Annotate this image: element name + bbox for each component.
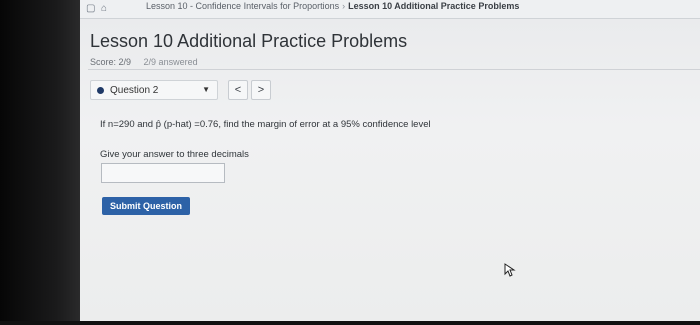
monitor-bezel: [0, 0, 80, 325]
monitor-bezel-bottom: [0, 321, 700, 325]
question-text-start: If n=290 and: [100, 119, 156, 130]
answered-count: 2/9 answered: [143, 57, 198, 67]
home-icon[interactable]: ⌂: [101, 3, 107, 14]
mouse-cursor-icon: [504, 263, 516, 277]
next-question-button[interactable]: >: [251, 80, 271, 100]
browser-page: ▢ ⌂ Lesson 10 - Confidence Intervals for…: [80, 0, 700, 321]
answer-input[interactable]: [101, 163, 225, 183]
breadcrumb-lesson-link[interactable]: Lesson 10 - Confidence Intervals for Pro…: [146, 1, 339, 11]
previous-question-button[interactable]: <: [228, 80, 248, 100]
score-text: Score: 2/9: [90, 57, 132, 67]
question-text-end: (p-hat) =0.76, find the margin of error …: [161, 119, 431, 130]
menu-icon[interactable]: ▢: [86, 3, 95, 14]
question-text: If n=290 and p̂ (p-hat) =0.76, find the …: [100, 119, 431, 130]
question-select-label: Question 2: [110, 85, 159, 96]
page-title: Lesson 10 Additional Practice Problems: [90, 31, 408, 51]
top-nav-bar: ▢ ⌂ Lesson 10 - Confidence Intervals for…: [80, 0, 700, 19]
breadcrumb-separator: ›: [342, 1, 346, 11]
divider: [88, 69, 700, 70]
score-line: Score: 2/9 2/9 answered: [90, 57, 198, 67]
answer-instruction: Give your answer to three decimals: [100, 149, 249, 160]
status-dot-icon: [97, 87, 104, 94]
breadcrumb: Lesson 10 - Confidence Intervals for Pro…: [146, 1, 519, 11]
breadcrumb-current: Lesson 10 Additional Practice Problems: [348, 1, 520, 11]
question-select[interactable]: Question 2 ▼: [90, 80, 218, 100]
submit-question-button[interactable]: Submit Question: [102, 197, 190, 215]
caret-down-icon: ▼: [202, 85, 210, 94]
